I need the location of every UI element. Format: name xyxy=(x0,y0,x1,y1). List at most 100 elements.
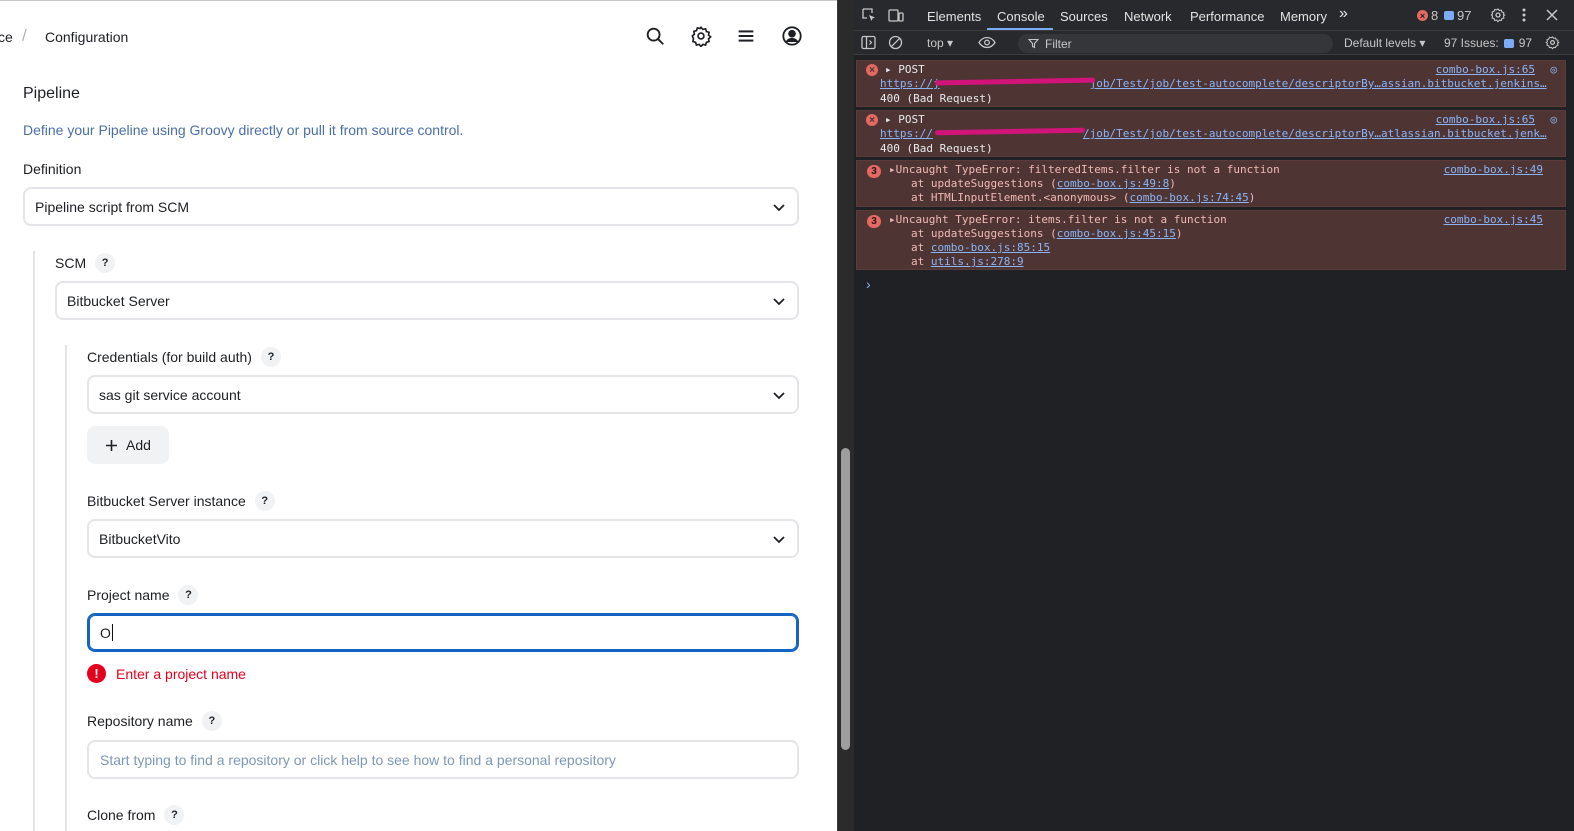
tab-network[interactable]: Network xyxy=(1124,9,1172,24)
issue-message-icon xyxy=(1503,38,1514,48)
issues-button[interactable]: 97 Issues: 97 xyxy=(1444,36,1532,50)
scm-label: SCM ? xyxy=(55,253,116,273)
active-tab-indicator xyxy=(987,28,1053,30)
more-tabs-button[interactable]: » xyxy=(1339,5,1348,23)
repeat-count-badge: 3 xyxy=(867,165,881,178)
network-globe-icon[interactable]: ◎ xyxy=(1550,63,1557,76)
device-toolbar-icon[interactable] xyxy=(888,8,904,23)
filter-icon xyxy=(1028,38,1039,49)
clear-console-icon[interactable] xyxy=(888,35,903,50)
clone-help-button[interactable]: ? xyxy=(164,805,185,825)
tab-elements[interactable]: Elements xyxy=(927,9,981,24)
issues-count: 97 xyxy=(1518,36,1533,50)
context-selector[interactable]: top ▾ xyxy=(927,36,953,50)
scm-help-button[interactable]: ? xyxy=(95,253,116,273)
stack-link[interactable]: combo-box.js:49:8 xyxy=(1057,177,1170,190)
network-error-entry[interactable]: × ▸ POST combo-box.js:65 ◎ https:// /job/… xyxy=(856,110,1566,157)
log-method: ▸ POST xyxy=(885,113,925,126)
tab-sources[interactable]: Sources xyxy=(1060,9,1108,24)
repository-name-input[interactable]: Start typing to find a repository or cli… xyxy=(87,740,799,779)
page-scrollbar[interactable] xyxy=(837,0,854,831)
breadcrumb-prev[interactable]: ce xyxy=(0,29,13,45)
console-prompt[interactable]: › xyxy=(866,276,871,292)
repo-label-text: Repository name xyxy=(87,713,193,729)
repository-placeholder: Start typing to find a repository or cli… xyxy=(100,751,616,768)
log-status: 400 (Bad Request) xyxy=(880,142,993,155)
project-error: ! Enter a project name xyxy=(87,664,246,683)
credentials-label-text: Credentials (for build auth) xyxy=(87,349,252,365)
user-icon[interactable] xyxy=(779,23,805,49)
error-source-link[interactable]: combo-box.js:45 xyxy=(1444,213,1543,226)
bitbucket-nest-line xyxy=(65,345,67,831)
devtools-panel: Elements Console Sources Network Perform… xyxy=(854,0,1574,831)
error-source-link[interactable]: combo-box.js:49 xyxy=(1444,163,1543,176)
console-filter-input[interactable]: Filter xyxy=(1018,34,1333,53)
instance-select[interactable]: BitbucketVito xyxy=(87,519,799,558)
definition-label: Definition xyxy=(23,161,81,177)
pipeline-section-title: Pipeline xyxy=(23,85,80,102)
scrollbar-thumb[interactable] xyxy=(841,448,850,750)
stack-frame: at updateSuggestions (combo-box.js:45:15… xyxy=(911,227,1183,240)
stack-frame: at combo-box.js:85:15 xyxy=(911,241,1050,254)
search-icon[interactable] xyxy=(642,23,668,49)
repo-label: Repository name ? xyxy=(87,711,222,731)
stack-link[interactable]: utils.js:278:9 xyxy=(931,255,1024,268)
close-icon[interactable] xyxy=(1546,9,1558,21)
credentials-help-button[interactable]: ? xyxy=(260,347,281,367)
stack-text: ) xyxy=(1169,177,1176,190)
stack-frame: at utils.js:278:9 xyxy=(911,255,1024,268)
uncaught-error-entry[interactable]: 3 ▸Uncaught TypeError: items.filter is n… xyxy=(856,210,1566,270)
error-x-icon: × xyxy=(866,64,878,76)
tab-console[interactable]: Console xyxy=(997,9,1045,24)
error-counter[interactable]: × 8 xyxy=(1417,8,1438,23)
credentials-select[interactable]: sas git service account xyxy=(87,375,799,414)
stack-link[interactable]: combo-box.js:45:15 xyxy=(1057,227,1176,240)
pipeline-description: Define your Pipeline using Groovy direct… xyxy=(23,122,464,138)
add-button-label: Add xyxy=(126,437,151,453)
text-caret xyxy=(111,624,113,641)
credentials-label: Credentials (for build auth) ? xyxy=(87,347,281,367)
log-levels-dropdown[interactable]: Default levels ▾ xyxy=(1344,36,1425,50)
instance-label: Bitbucket Server instance ? xyxy=(87,491,275,511)
top-bar: ce / Configuration xyxy=(0,1,837,69)
breadcrumb-current[interactable]: Configuration xyxy=(45,29,128,45)
definition-select[interactable]: Pipeline script from SCM xyxy=(23,187,799,226)
network-error-entry[interactable]: × ▸ POST combo-box.js:65 ◎ https://j job/… xyxy=(856,60,1566,107)
issue-counter[interactable]: 97 xyxy=(1444,8,1471,23)
url-prefix: https://j xyxy=(880,77,940,90)
eye-icon[interactable] xyxy=(978,36,996,49)
sidebar-toggle-icon[interactable] xyxy=(861,35,876,50)
console-settings-icon[interactable] xyxy=(1545,35,1560,50)
instance-value: BitbucketVito xyxy=(99,530,181,547)
instance-help-button[interactable]: ? xyxy=(254,491,275,511)
scm-value: Bitbucket Server xyxy=(67,292,170,309)
uncaught-error-entry[interactable]: 3 ▸Uncaught TypeError: filteredItems.fil… xyxy=(856,160,1566,207)
menu-icon[interactable] xyxy=(733,23,759,49)
scm-select[interactable]: Bitbucket Server xyxy=(55,281,799,320)
log-source-link[interactable]: combo-box.js:65 xyxy=(1436,113,1535,126)
stack-link[interactable]: combo-box.js:85:15 xyxy=(931,241,1050,254)
repo-help-button[interactable]: ? xyxy=(201,711,222,731)
project-label-text: Project name xyxy=(87,587,170,603)
tab-performance[interactable]: Performance xyxy=(1190,9,1264,24)
devtools-settings-icon[interactable] xyxy=(1490,7,1506,23)
project-help-button[interactable]: ? xyxy=(178,585,199,605)
scm-label-text: SCM xyxy=(55,255,87,271)
network-globe-icon[interactable]: ◎ xyxy=(1550,113,1557,126)
scm-nest-line xyxy=(33,251,35,831)
tab-memory[interactable]: Memory xyxy=(1280,9,1327,24)
add-credentials-button[interactable]: Add xyxy=(87,426,169,464)
gear-icon[interactable] xyxy=(688,23,714,49)
stack-text: at updateSuggestions ( xyxy=(911,227,1057,240)
project-label: Project name ? xyxy=(87,585,199,605)
log-source-link[interactable]: combo-box.js:65 xyxy=(1436,63,1535,76)
project-name-input[interactable]: O xyxy=(87,613,799,652)
error-message: ▸Uncaught TypeError: items.filter is not… xyxy=(889,213,1227,226)
credentials-value: sas git service account xyxy=(99,386,241,403)
inspect-element-icon[interactable] xyxy=(862,8,877,23)
stack-text: at xyxy=(911,241,931,254)
kebab-menu-icon[interactable] xyxy=(1520,7,1528,23)
stack-text: ) xyxy=(1175,227,1183,240)
stack-text: at xyxy=(911,255,931,268)
stack-link[interactable]: combo-box.js:74:45 xyxy=(1130,191,1249,204)
